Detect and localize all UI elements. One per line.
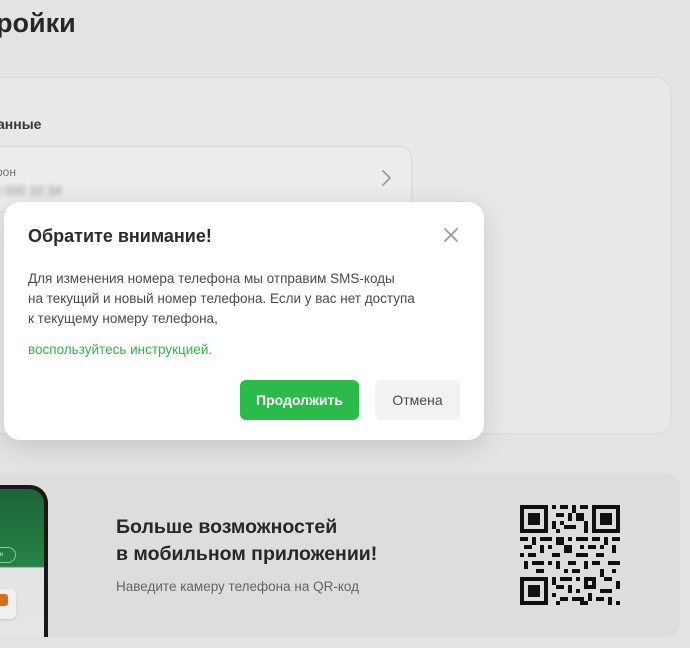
cancel-button[interactable]: Отмена: [375, 380, 460, 420]
modal-body-line: Для изменения номера телефона мы отправи…: [28, 271, 395, 286]
modal-body-text: Для изменения номера телефона мы отправи…: [28, 269, 468, 329]
instructions-link[interactable]: воспользуйтесь инструкцией.: [28, 342, 212, 357]
continue-button[interactable]: Продолжить: [240, 380, 359, 420]
modal-body-line: к текущему номеру телефона,: [28, 311, 218, 326]
close-icon[interactable]: [442, 226, 460, 244]
change-phone-modal: Обратите внимание! Для изменения номера …: [4, 202, 484, 440]
modal-body-line: на текущий и новый номер телефона. Если …: [28, 291, 415, 306]
modal-title: Обратите внимание!: [28, 226, 212, 246]
